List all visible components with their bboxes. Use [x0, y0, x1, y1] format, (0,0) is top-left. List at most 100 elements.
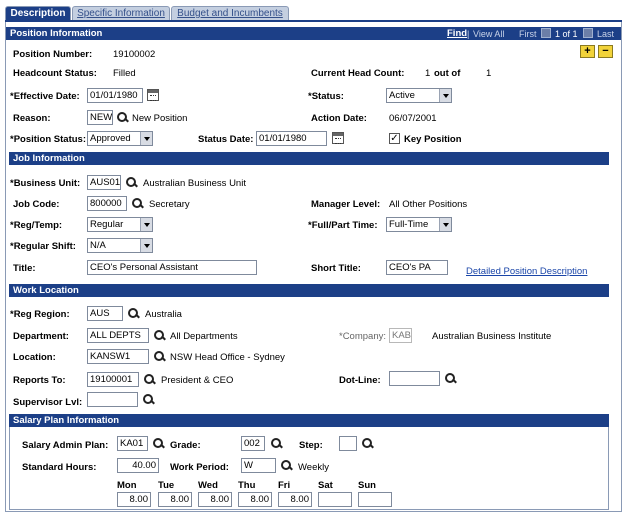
reg-temp-label: *Reg/Temp:	[10, 220, 63, 231]
lookup-icon[interactable]	[143, 373, 156, 386]
standard-hours-label: Standard Hours:	[22, 462, 97, 473]
status-select[interactable]: Active	[386, 88, 452, 103]
position-number-value: 19100002	[113, 49, 156, 60]
standard-hours-field[interactable]: 40.00	[117, 458, 159, 473]
find-link[interactable]: Find	[447, 27, 467, 40]
day-hours-mon[interactable]: 8.00	[117, 492, 151, 507]
step-label: Step:	[299, 440, 323, 451]
regular-shift-label: *Regular Shift:	[10, 241, 76, 252]
business-unit-description: Australian Business Unit	[143, 178, 246, 189]
action-date-value: 06/07/2001	[389, 113, 437, 124]
view-all-link[interactable]: View All	[473, 28, 504, 40]
supervisor-level-field[interactable]	[87, 392, 138, 407]
work-period-description: Weekly	[298, 462, 329, 473]
job-code-description: Secretary	[149, 199, 190, 210]
lookup-icon[interactable]	[127, 307, 140, 320]
next-arrow-icon[interactable]	[583, 28, 593, 38]
tab-specific-information[interactable]: Specific Information	[72, 6, 170, 21]
job-code-field[interactable]: 800000	[87, 196, 127, 211]
chevron-down-icon	[140, 239, 152, 252]
position-info-header: Position Information Find | View All Fir…	[6, 27, 621, 40]
first-link[interactable]: First	[519, 28, 537, 40]
headcount-status-value: Filled	[113, 68, 136, 79]
calendar-icon[interactable]	[332, 132, 344, 144]
key-position-label: Key Position	[404, 134, 462, 145]
short-title-field[interactable]: CEO's PA	[386, 260, 448, 275]
lookup-icon[interactable]	[131, 197, 144, 210]
lookup-icon[interactable]	[280, 459, 293, 472]
previous-arrow-icon[interactable]	[541, 28, 551, 38]
day-hours-wed[interactable]: 8.00	[198, 492, 232, 507]
lookup-icon[interactable]	[361, 437, 374, 450]
headcount-status-label: Headcount Status:	[13, 68, 97, 79]
chevron-down-icon	[439, 89, 451, 102]
tab-budget-and-incumbents[interactable]: Budget and Incumbents	[171, 6, 289, 21]
day-label-fri: Fri	[278, 480, 291, 491]
dot-line-label: Dot-Line:	[339, 375, 381, 386]
effective-date-field[interactable]: 01/01/1980	[87, 88, 143, 103]
key-position-checkbox[interactable]: ✓	[389, 133, 400, 144]
last-link[interactable]: Last	[597, 28, 614, 40]
department-description: All Departments	[170, 331, 238, 342]
reg-temp-select[interactable]: Regular	[87, 217, 153, 232]
full-part-time-select[interactable]: Full-Time	[386, 217, 452, 232]
delete-row-button[interactable]: −	[598, 45, 613, 58]
work-location-header: Work Location	[9, 284, 609, 297]
reports-to-field[interactable]: 19100001	[87, 372, 139, 387]
location-field[interactable]: KANSW1	[87, 349, 149, 364]
department-label: Department:	[13, 331, 69, 342]
position-status-value: Approved	[90, 133, 131, 144]
reports-to-description: President & CEO	[161, 375, 234, 386]
out-of-label: out of	[434, 68, 461, 79]
regular-shift-select[interactable]: N/A	[87, 238, 153, 253]
step-field[interactable]	[339, 436, 357, 451]
lookup-icon[interactable]	[116, 111, 129, 124]
reports-to-label: Reports To:	[13, 375, 66, 386]
manager-level-label: Manager Level:	[311, 199, 381, 210]
lookup-icon[interactable]	[142, 393, 155, 406]
business-unit-field[interactable]: AUS01	[87, 175, 121, 190]
grade-field[interactable]: 002	[241, 436, 265, 451]
lookup-icon[interactable]	[153, 350, 166, 363]
reg-region-field[interactable]: AUS	[87, 306, 123, 321]
day-hours-tue[interactable]: 8.00	[158, 492, 192, 507]
day-hours-sun[interactable]	[358, 492, 392, 507]
status-value: Active	[389, 90, 415, 101]
salary-admin-plan-field[interactable]: KA01	[117, 436, 148, 451]
current-head-count-label: Current Head Count:	[311, 68, 405, 79]
manager-level-value: All Other Positions	[389, 199, 468, 210]
job-code-label: Job Code:	[13, 199, 60, 210]
lookup-icon[interactable]	[125, 176, 138, 189]
chevron-down-icon	[140, 218, 152, 231]
lookup-icon[interactable]	[152, 437, 165, 450]
tab-description[interactable]: Description	[5, 6, 71, 21]
lookup-icon[interactable]	[153, 329, 166, 342]
position-number-label: Position Number:	[13, 49, 93, 60]
day-label-mon: Mon	[117, 480, 137, 491]
dot-line-field[interactable]	[389, 371, 440, 386]
chevron-down-icon	[140, 132, 152, 145]
status-date-label: Status Date:	[198, 134, 254, 145]
title-field[interactable]: CEO's Personal Assistant	[87, 260, 257, 275]
day-hours-fri[interactable]: 8.00	[278, 492, 312, 507]
calendar-icon[interactable]	[147, 89, 159, 101]
department-field[interactable]: ALL DEPTS	[87, 328, 149, 343]
lookup-icon[interactable]	[270, 437, 283, 450]
reason-description: New Position	[132, 113, 188, 124]
lookup-icon[interactable]	[444, 372, 457, 385]
day-hours-sat[interactable]	[318, 492, 352, 507]
position-status-label: *Position Status:	[10, 134, 87, 145]
detailed-position-description-link[interactable]: Detailed Position Description	[466, 265, 587, 278]
day-hours-thu[interactable]: 8.00	[238, 492, 272, 507]
status-date-field[interactable]: 01/01/1980	[256, 131, 327, 146]
reason-field[interactable]: NEW	[87, 110, 113, 125]
position-status-select[interactable]: Approved	[87, 131, 153, 146]
salary-admin-plan-label: Salary Admin Plan:	[22, 440, 109, 451]
regular-shift-value: N/A	[90, 240, 106, 251]
company-label: *Company:	[339, 331, 386, 342]
status-label: *Status:	[308, 91, 344, 102]
work-period-field[interactable]: W	[241, 458, 276, 473]
add-row-button[interactable]: +	[580, 45, 595, 58]
day-label-wed: Wed	[198, 480, 218, 491]
current-head-count-value: 1	[425, 68, 431, 79]
